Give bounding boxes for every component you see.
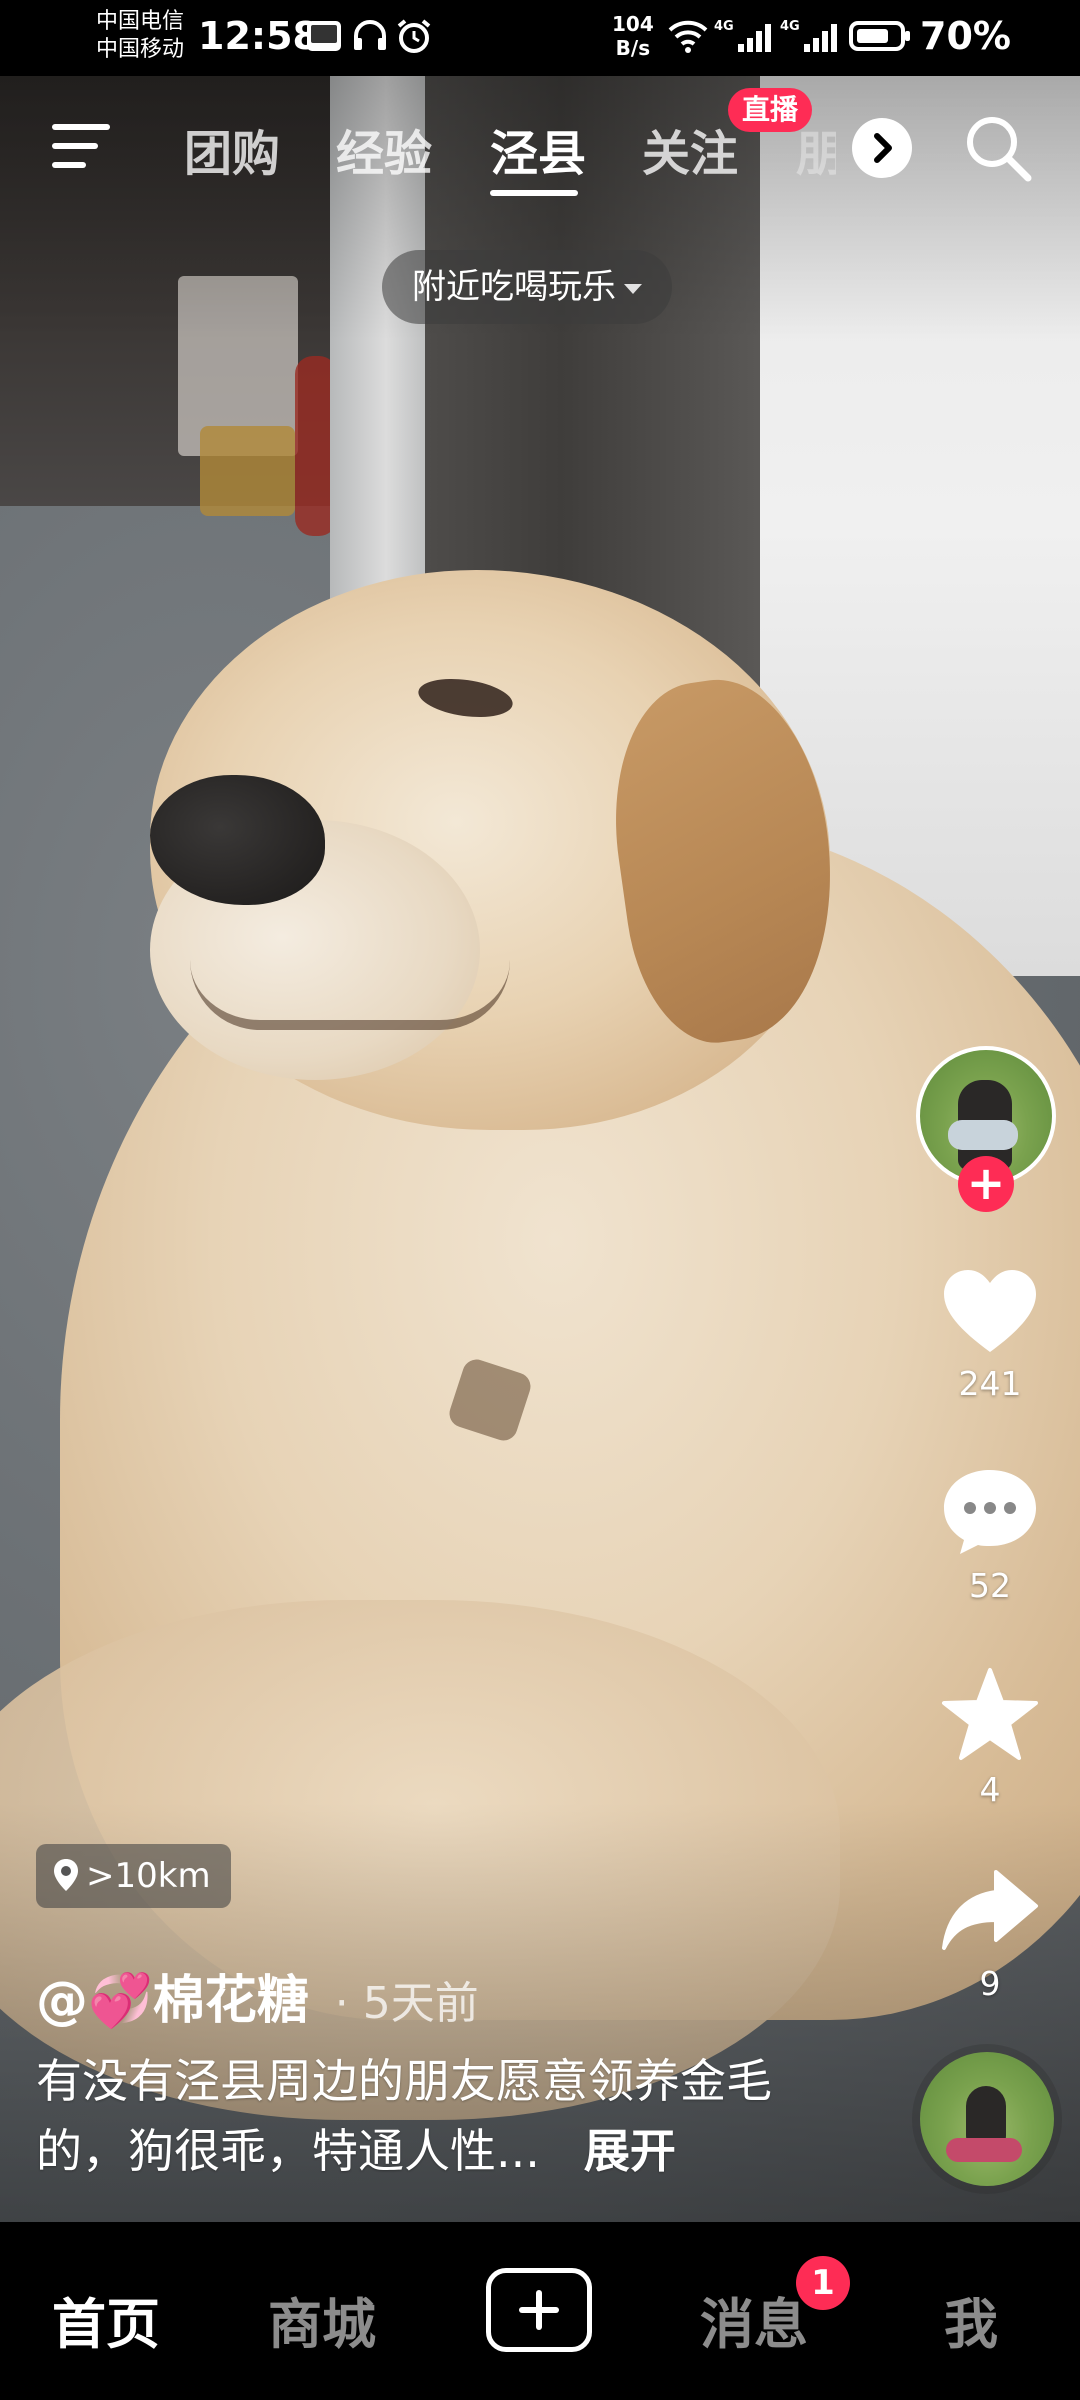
status-time: 12:58 [198,14,319,58]
nearby-filter-label: 附近吃喝玩乐 [412,267,616,307]
post-time: · 5天前 [334,1978,479,2029]
tab-jingyan[interactable]: 经验 [336,114,432,184]
net-speed: 104 B/s [612,12,654,60]
net-speed-value: 104 [612,12,654,36]
carrier-2: 中国移动 [96,37,185,62]
create-post-button[interactable] [486,2268,592,2352]
share-action[interactable]: 9 [925,1866,1055,2003]
distance-label: >10km [86,1856,211,1896]
nav-messages[interactable]: 消息 [700,2280,808,2359]
caret-down-icon [624,283,642,294]
video-caption[interactable]: 有没有泾县周边的朋友愿意领养金毛的，狗很乖，特通人性... 展开 [36,2046,856,2186]
share-count: 9 [979,1964,1001,2003]
follow-button[interactable]: + [958,1156,1014,1212]
more-tabs-button[interactable] [852,118,912,178]
nav-home[interactable]: 首页 [52,2280,160,2359]
tab-partial[interactable]: 朋 [796,114,836,184]
comment-action[interactable]: 52 [925,1466,1055,1605]
comment-count: 52 [969,1566,1011,1605]
music-disc-figure-detail [946,2138,1022,2162]
app-notification-icon [307,21,341,51]
bottom-nav: 首页 商城 消息 1 我 [0,2222,1080,2400]
expand-caption-button[interactable]: 展开 [584,2124,676,2178]
net-speed-unit: B/s [615,36,651,60]
network-1-label: 4G [714,19,734,34]
avatar-figure-detail [948,1120,1018,1150]
alarm-icon [397,19,431,53]
heart-icon [944,1270,1036,1352]
carrier-info: 中国电信 中国移动 [96,8,184,64]
signal-icon: 4G [780,19,837,52]
carrier-1: 中国电信 [96,9,185,34]
author-name[interactable]: @💞棉花糖 [36,1971,309,2031]
messages-badge: 1 [796,2256,850,2310]
wifi-icon [668,20,708,53]
like-count: 241 [958,1364,1022,1403]
nearby-filter-dropdown[interactable]: 附近吃喝玩乐 [382,250,672,324]
distance-tag[interactable]: >10km [36,1844,231,1908]
top-nav: 团购 经验 泾县 关注 直播 朋 [0,76,1080,216]
headphones-icon [354,20,386,50]
tab-guanzhu[interactable]: 关注 [642,114,738,184]
menu-icon[interactable] [50,116,114,176]
nav-me[interactable]: 我 [944,2280,998,2359]
signal-icon: 4G [714,19,771,52]
like-action[interactable]: 241 [925,1266,1055,1403]
network-2-label: 4G [780,19,800,34]
location-pin-icon [54,1859,78,1891]
battery-icon [849,21,910,51]
search-icon[interactable] [960,110,1036,186]
room-object [200,426,295,516]
comment-icon [944,1470,1036,1554]
share-icon [942,1870,1038,1950]
app-screen: 中国电信 中国移动 12:58 104 B/s 4G 4G 70% 团购 经验 … [0,0,1080,2400]
favorite-action[interactable]: 4 [925,1666,1055,1809]
author-line: @💞棉花糖 · 5天前 [36,1958,479,2033]
music-disc[interactable] [920,2052,1054,2186]
active-tab-indicator [490,190,578,196]
tab-tuangou[interactable]: 团购 [184,114,280,184]
nav-mall[interactable]: 商城 [268,2280,376,2359]
dog-mouth [190,960,510,1030]
chevron-right-icon [874,133,892,163]
status-bar: 中国电信 中国移动 12:58 104 B/s 4G 4G 70% [0,0,1080,76]
star-icon [942,1668,1038,1760]
tab-jingxian[interactable]: 泾县 [490,114,586,184]
battery-percentage: 70% [920,14,1011,58]
favorite-count: 4 [979,1770,1001,1809]
